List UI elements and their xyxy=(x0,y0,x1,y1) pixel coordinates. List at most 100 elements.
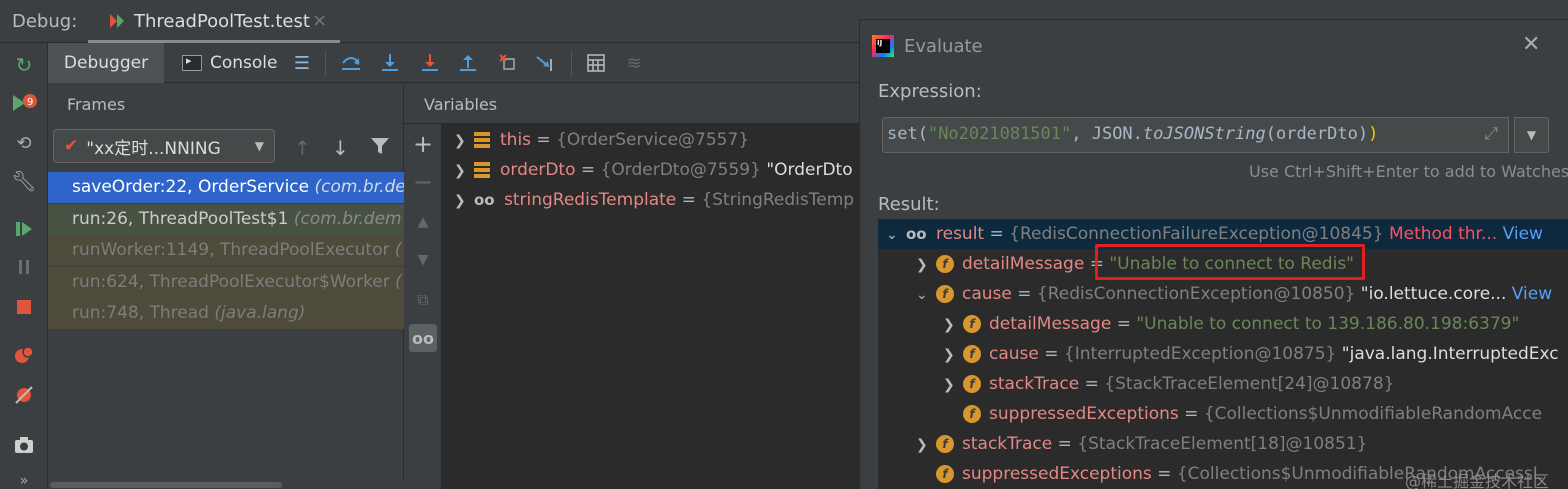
console-icon: ▸ xyxy=(182,54,202,71)
run-config-tab[interactable]: ThreadPoolTest.test × xyxy=(88,0,340,43)
thread-selector[interactable]: ✔ "xx定时...NNING ▼ xyxy=(53,129,275,163)
debug-title-bar: Debug: ThreadPoolTest.test × xyxy=(0,0,860,43)
intellij-logo-icon: IJ xyxy=(872,35,894,57)
history-dropdown-button[interactable]: ▼ xyxy=(1514,117,1549,153)
expand-arrow-icon[interactable]: ❯ xyxy=(454,126,474,156)
tree-row[interactable]: ❯ f detailMessage = "Unable to connect to … xyxy=(943,309,1519,339)
remove-watch-icon[interactable]: − xyxy=(409,168,437,196)
frame-item[interactable]: saveOrder:22, OrderService (com.br.de xyxy=(48,172,404,203)
trace-current-stream-icon[interactable]: ≋ xyxy=(622,51,646,75)
field-icon: f xyxy=(963,345,981,363)
collapse-arrow-icon[interactable]: ⌄ xyxy=(886,220,906,250)
toolbar-separator xyxy=(571,50,572,76)
copy-icon[interactable]: ⧉ xyxy=(409,286,437,314)
scrollbar-thumb[interactable] xyxy=(50,482,282,488)
tree-row[interactable]: ⌄ f cause = {RedisConnectionException@1085… xyxy=(916,279,1552,309)
show-watches-icon[interactable]: oo xyxy=(409,324,437,352)
run-to-cursor-icon[interactable] xyxy=(534,51,558,75)
object-icon xyxy=(474,162,490,178)
mute-breakpoints-icon[interactable] xyxy=(10,381,38,409)
expand-arrow-icon[interactable]: ❯ xyxy=(916,430,936,460)
expression-input[interactable]: set("No2021081501", JSON.toJSONString(or… xyxy=(882,117,1509,153)
variable-row[interactable]: ❯ orderDto = {OrderDto@7559} "OrderDto xyxy=(454,155,853,185)
thread-selector-value: "xx定时...NNING xyxy=(86,138,221,159)
expand-arrow-icon[interactable]: ❯ xyxy=(943,370,963,400)
expand-arrow-icon[interactable]: ❯ xyxy=(943,310,963,340)
tree-row[interactable]: ❯ f stackTrace = {StackTraceElement[18]@10… xyxy=(916,429,1367,459)
frames-header: Frames xyxy=(67,95,126,114)
result-tree: ⌄ oo result = {RedisConnectionFailureExcep… xyxy=(878,219,1568,489)
frame-item[interactable]: run:624, ThreadPoolExecutor$Worker ( xyxy=(48,267,404,298)
step-over-icon[interactable] xyxy=(339,51,363,75)
tab-debugger[interactable]: Debugger xyxy=(48,43,164,83)
view-link[interactable]: View xyxy=(1512,284,1552,304)
rerun-failed-icon[interactable]: 9 xyxy=(10,89,38,117)
view-link[interactable]: View xyxy=(1503,224,1543,244)
expand-arrow-icon[interactable]: ❯ xyxy=(454,186,474,216)
check-icon: ✔ xyxy=(64,136,79,156)
tree-row[interactable]: f suppressedExceptions = {Collections$Unm… xyxy=(963,399,1542,429)
arrow-down-icon[interactable]: ↓ xyxy=(332,136,349,160)
watch-glasses-icon: oo xyxy=(906,225,927,243)
toolbar-separator xyxy=(325,50,326,76)
pause-icon[interactable] xyxy=(10,253,38,281)
field-icon: f xyxy=(963,375,981,393)
tab-console[interactable]: ▸ Console xyxy=(168,43,286,83)
field-icon: f xyxy=(963,405,981,423)
rerun-icon[interactable]: ↻ xyxy=(10,51,38,79)
close-icon[interactable]: × xyxy=(312,10,327,31)
variables-header-bar: Variables xyxy=(404,84,860,124)
frame-item[interactable]: runWorker:1149, ThreadPoolExecutor ( xyxy=(48,235,404,266)
field-icon: f xyxy=(936,435,954,453)
drop-frame-icon[interactable] xyxy=(496,51,520,75)
move-up-icon[interactable]: ▲ xyxy=(409,208,437,236)
expand-icon[interactable]: ⤢ xyxy=(1484,124,1498,144)
field-icon: f xyxy=(936,285,954,303)
debug-label: Debug: xyxy=(12,11,78,32)
view-breakpoints-icon[interactable] xyxy=(10,341,38,369)
resume-icon[interactable] xyxy=(10,215,38,243)
move-down-icon[interactable]: ▼ xyxy=(409,246,437,274)
annotation-highlight-box xyxy=(1095,244,1365,280)
variable-row[interactable]: ❯ this = {OrderService@7557} xyxy=(454,125,749,155)
filter-icon[interactable] xyxy=(370,136,390,161)
debugger-tab-strip: Debugger ▸ Console ☰ ≋ xyxy=(48,43,860,83)
variables-side-toolbar: + − ▲ ▼ ⧉ oo xyxy=(404,124,442,489)
horizontal-scrollbar[interactable] xyxy=(48,480,404,489)
expand-arrow-icon[interactable]: ❯ xyxy=(916,250,936,280)
frame-item[interactable]: run:748, Thread (java.lang) xyxy=(48,298,404,329)
collapse-arrow-icon[interactable]: ⌄ xyxy=(916,280,936,310)
force-step-into-icon[interactable] xyxy=(418,51,442,75)
evaluate-expression-icon[interactable] xyxy=(584,51,608,75)
add-watch-icon[interactable]: + xyxy=(409,130,437,158)
restore-layout-icon[interactable]: ⟲ xyxy=(10,129,38,157)
expand-arrow-icon[interactable]: ❯ xyxy=(943,340,963,370)
tree-row[interactable]: ❯ f cause = {InterruptedException@10875} "… xyxy=(943,339,1559,369)
variable-row[interactable]: ❯ oo stringRedisTemplate = {StringRedisTem… xyxy=(454,185,854,215)
field-icon: f xyxy=(936,465,954,483)
watermark: @稀土掘金技术社区 xyxy=(1405,472,1550,489)
expand-arrow-icon[interactable]: ❯ xyxy=(454,156,474,186)
stop-icon[interactable] xyxy=(10,293,38,321)
tree-row[interactable]: ❯ f stackTrace = {StackTraceElement[24]@10… xyxy=(943,369,1394,399)
arrow-up-icon[interactable]: ↑ xyxy=(294,136,311,160)
chevron-down-icon: ▼ xyxy=(1526,128,1537,142)
result-label: Result: xyxy=(878,194,940,215)
frame-item[interactable]: run:26, ThreadPoolTest$1 (com.br.dem xyxy=(48,204,404,235)
more-icon[interactable]: » xyxy=(10,467,38,489)
step-out-icon[interactable] xyxy=(456,51,480,75)
debug-side-toolbar: ↻ 9 ⟲ 🔧︎ » xyxy=(0,43,48,489)
object-icon xyxy=(474,132,490,148)
tab-debugger-label: Debugger xyxy=(63,53,149,73)
evaluate-dialog: IJ Evaluate ✕ Expression: set("No2021081… xyxy=(859,19,1568,489)
close-icon[interactable]: ✕ xyxy=(1522,32,1540,57)
camera-icon[interactable] xyxy=(10,431,38,459)
step-into-icon[interactable] xyxy=(378,51,402,75)
threads-list-icon[interactable]: ☰ xyxy=(290,51,314,75)
field-icon: f xyxy=(936,255,954,273)
wrench-icon[interactable]: 🔧︎ xyxy=(10,167,38,195)
watch-glasses-icon: oo xyxy=(474,191,495,209)
dialog-title: Evaluate xyxy=(904,36,983,57)
variables-header: Variables xyxy=(424,95,498,114)
tab-console-label: Console xyxy=(210,53,278,73)
